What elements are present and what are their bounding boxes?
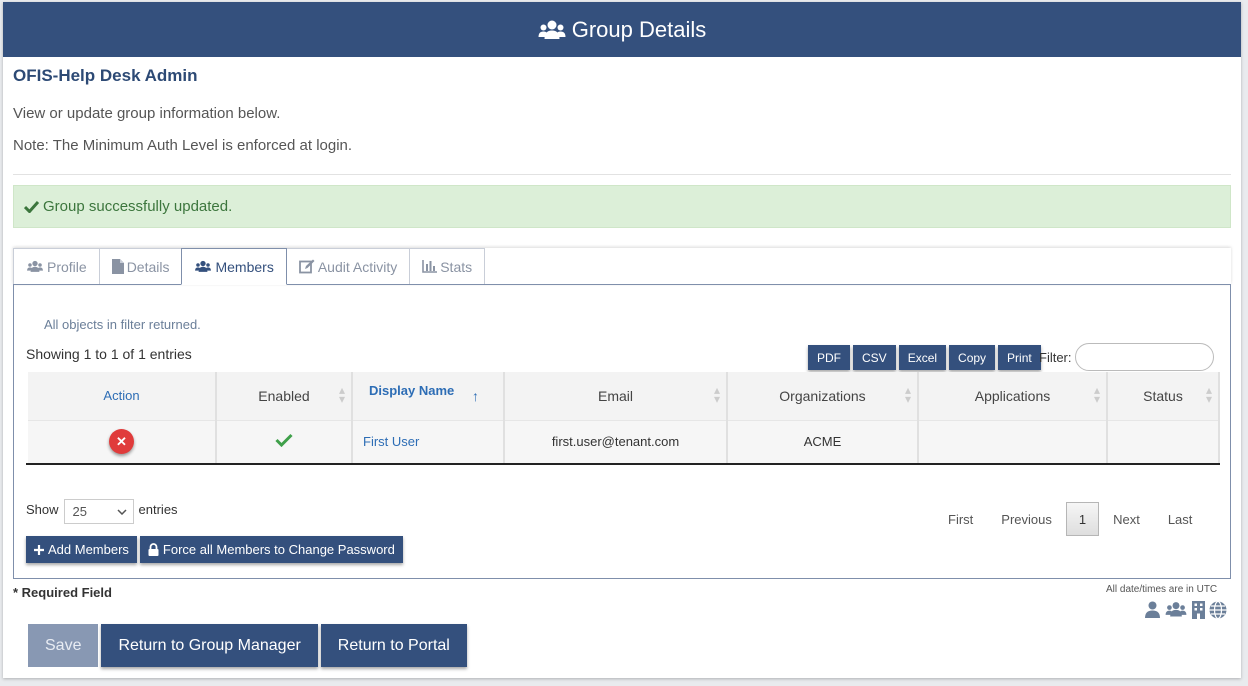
status-icons [1144,601,1227,619]
utc-note: All date/times are in UTC [1106,584,1218,595]
tab-label: Members [215,258,274,275]
sort-icon: ▴ ▾ [713,383,720,406]
filter-note: All objects in filter returned. [44,317,201,332]
check-icon [275,434,293,448]
column-header-display-name[interactable]: Display Name ↑ [351,372,505,420]
email-cell: first.user@tenant.com [503,419,728,465]
lock-icon [148,543,159,556]
auth-level-note: Note: The Minimum Auth Level is enforced… [13,137,353,154]
enabled-cell [215,419,353,465]
organizations-cell: ACME [726,419,919,465]
success-alert: Group successfully updated. [13,185,1231,228]
page-length-control: Show 25 entries [26,497,178,524]
filter-label: Filter: [1039,350,1072,365]
table-header-row: Action Enabled ▴ ▾ Display Name ↑ Email ▴… [26,372,1220,420]
check-icon [24,200,39,213]
group-description: View or update group information below. [13,105,281,122]
edit-icon [298,259,315,274]
page-length-select[interactable]: 25 [63,499,134,524]
page-header: Group Details [3,2,1241,57]
copy-button[interactable]: Copy [949,345,996,370]
first-page-button[interactable]: First [934,502,987,536]
user-icon [1145,601,1160,618]
footer-actions: Save Return to Group Manager Return to P… [28,624,470,667]
sort-icon: ▴ ▾ [1093,383,1100,406]
members-table: Action Enabled ▴ ▾ Display Name ↑ Email ▴… [26,372,1220,465]
force-password-change-button[interactable]: Force all Members to Change Password [139,536,403,563]
tab-stats[interactable]: Stats [409,248,486,284]
remove-member-button[interactable]: ✕ [109,429,134,455]
status-cell [1106,419,1220,465]
table-row: ✕ First User first.user@tenant.com ACME [26,419,1220,465]
tab-audit-activity[interactable]: Audit Activity [285,248,411,284]
print-button[interactable]: Print [998,345,1041,370]
bar-chart-icon [422,260,438,273]
entries-label: entries [138,502,178,517]
users-icon [195,260,212,272]
return-to-portal-button[interactable]: Return to Portal [320,624,467,667]
sort-icon: ▴ ▾ [904,383,911,406]
building-icon [1192,601,1205,619]
member-actions: Add Members Force all Members to Change … [26,536,406,563]
users-icon [27,260,43,272]
column-header-status[interactable]: Status ▴ ▾ [1106,372,1220,420]
applications-cell [917,419,1108,465]
required-field-note: * Required Field [13,585,112,600]
return-to-group-manager-button[interactable]: Return to Group Manager [101,624,318,667]
sort-icon: ▴ ▾ [338,383,345,406]
export-excel-button[interactable]: Excel [898,345,947,370]
divider [13,174,1231,175]
column-header-organizations[interactable]: Organizations ▴ ▾ [726,372,919,420]
tab-profile[interactable]: Profile [13,248,100,284]
tab-label: Profile [47,258,87,275]
show-label: Show [26,502,59,517]
globe-icon [1209,601,1227,619]
table-info: Showing 1 to 1 of 1 entries [26,346,192,362]
add-members-button[interactable]: Add Members [26,536,137,563]
export-pdf-button[interactable]: PDF [808,345,850,370]
save-button[interactable]: Save [28,624,99,667]
tab-members[interactable]: Members [181,248,287,285]
group-name: OFIS-Help Desk Admin [13,66,198,85]
column-header-enabled[interactable]: Enabled ▴ ▾ [215,372,353,420]
tab-details[interactable]: Details [98,248,183,284]
chevron-down-icon [117,508,127,515]
column-header-email[interactable]: Email ▴ ▾ [503,372,728,420]
column-header-applications[interactable]: Applications ▴ ▾ [917,372,1108,420]
current-page-button[interactable]: 1 [1065,502,1100,536]
next-page-button[interactable]: Next [1099,502,1154,536]
users-icon [538,20,566,39]
tab-label: Audit Activity [317,258,398,275]
export-buttons: PDF CSV Excel Copy Print [808,345,1044,370]
alert-message: Group successfully updated. [43,198,233,215]
tab-label: Details [126,258,170,275]
display-name-link[interactable]: First User [351,419,505,465]
previous-page-button[interactable]: Previous [987,502,1066,536]
document-icon [111,259,124,274]
sort-icon: ▴ ▾ [1205,383,1212,406]
page-title: Group Details [571,16,707,42]
tab-bar: Profile Details Members Audit Activity S… [13,248,1231,285]
pagination: First Previous 1 Next Last [934,502,1206,536]
users-icon [1165,602,1187,617]
filter-input[interactable] [1075,343,1214,371]
column-header-action: Action [26,372,217,420]
export-csv-button[interactable]: CSV [853,345,896,370]
action-cell: ✕ [26,419,217,465]
group-details-panel: Group Details OFIS-Help Desk Admin View … [3,2,1241,678]
plus-icon [34,544,44,555]
last-page-button[interactable]: Last [1154,502,1207,536]
members-tab-panel: All objects in filter returned. Showing … [13,285,1231,579]
tab-label: Stats [440,258,473,275]
sort-ascending-icon: ↑ [472,388,479,404]
